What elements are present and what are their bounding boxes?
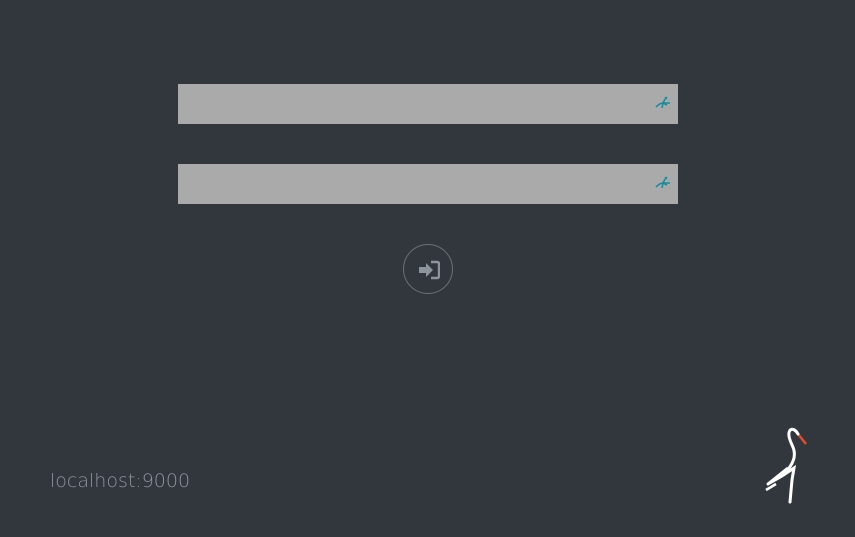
login-button[interactable] [403,244,453,294]
sign-in-icon [419,260,440,280]
secret-key-input[interactable] [178,164,648,204]
password-manager-icon[interactable] [654,174,674,194]
server-host-label: localhost:9000 [50,470,191,492]
password-manager-icon[interactable] [654,94,674,114]
access-key-input[interactable] [178,84,648,124]
login-page: localhost:9000 [0,0,855,537]
secret-key-field[interactable] [178,164,678,204]
access-key-field[interactable] [178,84,678,124]
heron-logo-icon [765,427,807,504]
